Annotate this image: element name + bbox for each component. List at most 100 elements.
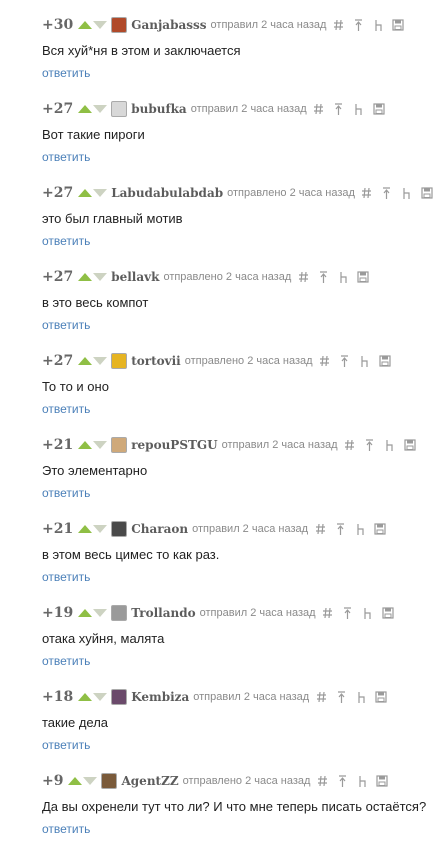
comment-header: +27 Labudabulabdab отправлено 2 часа назад [42, 184, 435, 202]
arrow-up-icon[interactable] [78, 441, 93, 449]
arrow-down-icon[interactable] [83, 777, 98, 785]
arrow-up-line-icon[interactable] [381, 186, 393, 200]
avatar[interactable] [111, 101, 128, 117]
reply-link[interactable]: ответить [42, 318, 90, 332]
branch-icon[interactable] [356, 774, 368, 788]
comment-author[interactable]: bellavk [111, 270, 159, 284]
arrow-down-icon[interactable] [93, 693, 108, 701]
comment-author[interactable]: Kembiza [131, 690, 189, 704]
hash-icon[interactable] [316, 774, 328, 788]
comment-text: То то и оно [42, 379, 109, 394]
comment-author[interactable]: tortovii [131, 354, 181, 368]
arrow-down-icon[interactable] [93, 189, 108, 197]
hash-icon[interactable] [315, 690, 327, 704]
avatar[interactable] [101, 773, 118, 789]
avatar[interactable] [111, 17, 128, 33]
reply-link[interactable]: ответить [42, 402, 90, 416]
branch-icon[interactable] [354, 522, 366, 536]
branch-icon[interactable] [337, 270, 349, 284]
avatar[interactable] [111, 437, 128, 453]
reply-link[interactable]: ответить [42, 66, 90, 80]
floppy-icon[interactable] [376, 774, 389, 788]
arrow-up-line-icon[interactable] [334, 522, 346, 536]
comment-timestamp: отправил 2 часа назад [199, 607, 316, 619]
floppy-icon[interactable] [421, 186, 433, 200]
avatar[interactable] [111, 521, 128, 537]
hash-icon[interactable] [322, 606, 334, 620]
reply-link[interactable]: ответить [42, 822, 90, 836]
reply-link[interactable]: ответить [42, 234, 90, 248]
arrow-up-line-icon[interactable] [342, 606, 354, 620]
arrow-up-icon[interactable] [78, 693, 93, 701]
floppy-icon[interactable] [373, 102, 385, 116]
avatar[interactable] [111, 605, 128, 621]
branch-icon[interactable] [401, 186, 413, 200]
branch-icon[interactable] [372, 18, 384, 32]
arrow-down-icon[interactable] [93, 357, 108, 365]
arrow-up-icon[interactable] [78, 105, 93, 113]
floppy-icon[interactable] [357, 270, 369, 284]
comment-author[interactable]: Charaon [131, 522, 188, 536]
floppy-icon[interactable] [381, 606, 394, 620]
hash-icon[interactable] [313, 102, 325, 116]
arrow-up-line-icon[interactable] [339, 354, 351, 368]
arrow-down-icon[interactable] [93, 609, 108, 617]
floppy-icon[interactable] [392, 18, 405, 32]
comment-text: Вся хуй*ня в этом и заключается [42, 43, 241, 58]
arrow-down-icon[interactable] [93, 273, 108, 281]
arrow-down-icon[interactable] [93, 21, 108, 29]
comment-timestamp: отправлено 2 часа назад [163, 271, 292, 283]
hash-icon[interactable] [314, 522, 326, 536]
comment-rating: +21 [42, 437, 74, 453]
arrow-up-line-icon[interactable] [333, 102, 345, 116]
reply-link[interactable]: ответить [42, 738, 90, 752]
avatar[interactable] [111, 689, 128, 705]
arrow-up-icon[interactable] [68, 777, 83, 785]
arrow-up-icon[interactable] [78, 357, 93, 365]
comment-author[interactable]: bubufka [131, 102, 186, 116]
arrow-down-icon[interactable] [93, 441, 108, 449]
arrow-down-icon[interactable] [93, 105, 108, 113]
branch-icon[interactable] [384, 438, 396, 452]
arrow-up-icon[interactable] [78, 609, 93, 617]
branch-icon[interactable] [353, 102, 365, 116]
comment-author[interactable]: Trollando [131, 606, 195, 620]
comment-author[interactable]: AgentZZ [121, 774, 178, 788]
hash-icon[interactable] [344, 438, 356, 452]
hash-icon[interactable] [319, 354, 331, 368]
avatar[interactable] [111, 353, 128, 369]
floppy-icon[interactable] [375, 690, 387, 704]
comment-text: в этом весь цимес то как раз. [42, 547, 220, 562]
reply-link[interactable]: ответить [42, 486, 90, 500]
arrow-up-icon[interactable] [78, 189, 93, 197]
arrow-up-icon[interactable] [78, 525, 93, 533]
arrow-down-icon[interactable] [93, 525, 108, 533]
comment-header: +9 AgentZZ отправлено 2 часа назад [42, 772, 396, 790]
comment-tools [319, 354, 399, 368]
comment-rating: +19 [42, 605, 74, 621]
branch-icon[interactable] [359, 354, 371, 368]
arrow-up-icon[interactable] [78, 273, 93, 281]
comment-author[interactable]: Ganjabasss [131, 18, 206, 32]
hash-icon[interactable] [361, 186, 373, 200]
arrow-up-line-icon[interactable] [317, 270, 329, 284]
arrow-up-line-icon[interactable] [335, 690, 347, 704]
reply-link[interactable]: ответить [42, 654, 90, 668]
branch-icon[interactable] [355, 690, 367, 704]
arrow-up-line-icon[interactable] [352, 18, 364, 32]
branch-icon[interactable] [362, 606, 374, 620]
arrow-up-line-icon[interactable] [364, 438, 376, 452]
comment-timestamp: отправил 2 часа назад [192, 523, 309, 535]
floppy-icon[interactable] [374, 522, 386, 536]
arrow-up-line-icon[interactable] [336, 774, 348, 788]
comment-author[interactable]: Labudabulabdab [111, 186, 223, 200]
reply-link[interactable]: ответить [42, 570, 90, 584]
reply-link[interactable]: ответить [42, 150, 90, 164]
hash-icon[interactable] [332, 18, 344, 32]
hash-icon[interactable] [297, 270, 309, 284]
comment-author[interactable]: repouPSTGU [131, 438, 217, 452]
comment-tools [313, 102, 393, 116]
floppy-icon[interactable] [403, 438, 416, 452]
arrow-up-icon[interactable] [78, 21, 93, 29]
floppy-icon[interactable] [378, 354, 391, 368]
